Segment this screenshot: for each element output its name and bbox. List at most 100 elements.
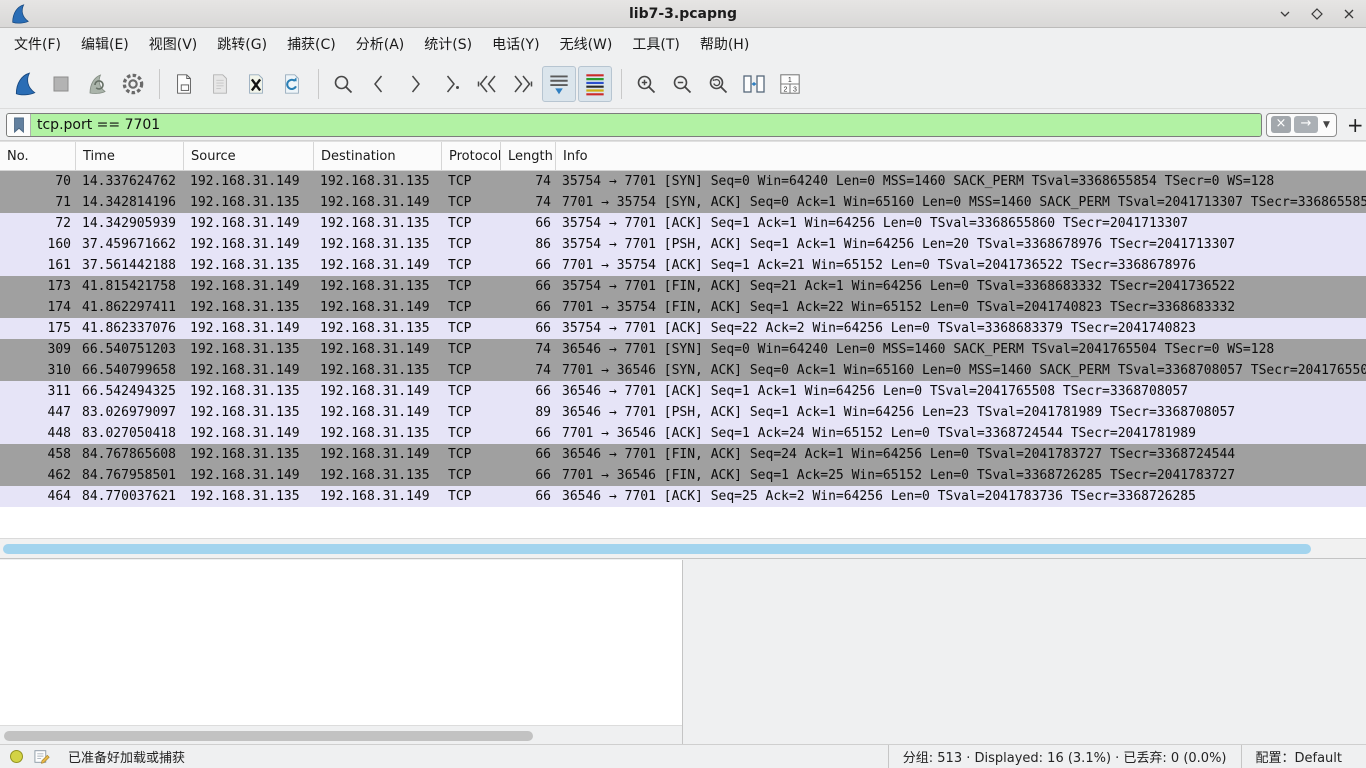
filter-dropdown-caret-icon[interactable]: ▼ <box>1321 120 1332 130</box>
packet-list-hscrollbar-thumb[interactable] <box>3 544 1311 554</box>
open-file-button[interactable] <box>167 66 201 102</box>
packet-row-174[interactable]: 17441.862297411192.168.31.135192.168.31.… <box>0 297 1366 318</box>
column-header-protocol[interactable]: Protocol <box>442 142 501 170</box>
next-packet-button[interactable] <box>398 66 432 102</box>
packet-cell-time: 41.862297411 <box>76 297 184 318</box>
packet-cell-protocol: TCP <box>442 213 501 234</box>
packet-cell-time: 14.342814196 <box>76 192 184 213</box>
packet-cell-protocol: TCP <box>442 381 501 402</box>
menu-item-e[interactable]: 编辑(E) <box>71 29 139 59</box>
packet-cell-length: 66 <box>501 381 556 402</box>
column-header-time[interactable]: Time <box>76 142 184 170</box>
menu-item-f[interactable]: 文件(F) <box>4 29 71 59</box>
filter-apply-button[interactable]: → <box>1294 116 1318 133</box>
menu-item-t[interactable]: 工具(T) <box>622 29 689 59</box>
menu-item-h[interactable]: 帮助(H) <box>690 29 759 59</box>
capture-options-button[interactable] <box>116 66 150 102</box>
menu-item-g[interactable]: 跳转(G) <box>207 29 277 59</box>
column-layout-button[interactable]: 123 <box>773 66 807 102</box>
packet-cell-length: 66 <box>501 255 556 276</box>
close-button[interactable] <box>1338 3 1360 25</box>
zoom-out-button[interactable] <box>665 66 699 102</box>
packet-details-pane[interactable] <box>0 560 683 745</box>
first-packet-button[interactable] <box>470 66 504 102</box>
filter-bookmark-icon[interactable] <box>7 114 31 136</box>
packet-row-173[interactable]: 17341.815421758192.168.31.149192.168.31.… <box>0 276 1366 297</box>
stop-capture-button[interactable] <box>44 66 78 102</box>
menu-item-s[interactable]: 统计(S) <box>414 29 482 59</box>
packet-cell-time: 83.026979097 <box>76 402 184 423</box>
packet-row-309[interactable]: 30966.540751203192.168.31.135192.168.31.… <box>0 339 1366 360</box>
packet-row-160[interactable]: 16037.459671662192.168.31.149192.168.31.… <box>0 234 1366 255</box>
go-to-packet-button[interactable] <box>434 66 468 102</box>
filter-clear-button[interactable]: × <box>1271 116 1291 133</box>
packet-row-458[interactable]: 45884.767865608192.168.31.135192.168.31.… <box>0 444 1366 465</box>
zoom-in-button[interactable] <box>629 66 663 102</box>
display-filter-field[interactable] <box>6 113 1262 137</box>
packet-cell-destination: 192.168.31.149 <box>314 339 442 360</box>
packet-cell-no: 174 <box>0 297 76 318</box>
last-packet-button[interactable] <box>506 66 540 102</box>
maximize-button[interactable] <box>1306 3 1328 25</box>
column-header-source[interactable]: Source <box>184 142 314 170</box>
packet-row-448[interactable]: 44883.027050418192.168.31.149192.168.31.… <box>0 423 1366 444</box>
packet-cell-length: 89 <box>501 402 556 423</box>
packet-details-hscrollbar-thumb[interactable] <box>4 731 533 741</box>
capture-comment-icon[interactable] <box>33 748 50 765</box>
column-layout-icon: 123 <box>777 71 803 97</box>
menu-item-a[interactable]: 分析(A) <box>346 29 415 59</box>
packet-cell-source: 192.168.31.149 <box>184 360 314 381</box>
packet-cell-source: 192.168.31.149 <box>184 276 314 297</box>
save-file-button[interactable] <box>203 66 237 102</box>
packet-row-462[interactable]: 46284.767958501192.168.31.149192.168.31.… <box>0 465 1366 486</box>
packet-cell-length: 66 <box>501 423 556 444</box>
packet-row-71[interactable]: 7114.342814196192.168.31.135192.168.31.1… <box>0 192 1366 213</box>
zoom-reset-button[interactable] <box>701 66 735 102</box>
packet-row-311[interactable]: 31166.542494325192.168.31.135192.168.31.… <box>0 381 1366 402</box>
packet-cell-info: 7701 → 35754 [FIN, ACK] Seq=1 Ack=22 Win… <box>556 297 1366 318</box>
find-packet-button[interactable] <box>326 66 360 102</box>
packet-cell-source: 192.168.31.135 <box>184 339 314 360</box>
titlebar[interactable]: lib7-3.pcapng <box>0 0 1366 28</box>
menu-item-w[interactable]: 无线(W) <box>550 29 623 59</box>
packet-cell-length: 66 <box>501 213 556 234</box>
column-header-destination[interactable]: Destination <box>314 142 442 170</box>
statusbar-profile[interactable]: 配置：Default <box>1241 745 1357 768</box>
menu-item-y[interactable]: 电话(Y) <box>482 29 549 59</box>
previous-packet-button[interactable] <box>362 66 396 102</box>
statusbar-ready-text: 已准备好加载或捕获 <box>68 747 185 766</box>
column-header-length[interactable]: Length <box>501 142 556 170</box>
packet-row-72[interactable]: 7214.342905939192.168.31.149192.168.31.1… <box>0 213 1366 234</box>
column-header-info[interactable]: Info <box>556 142 1366 170</box>
minimize-button[interactable] <box>1274 3 1296 25</box>
resize-columns-button[interactable] <box>737 66 771 102</box>
menu-item-c[interactable]: 捕获(C) <box>277 29 346 59</box>
packet-cell-protocol: TCP <box>442 486 501 507</box>
display-filter-input[interactable] <box>31 114 1261 136</box>
packet-list-hscrollbar[interactable] <box>0 538 1366 558</box>
auto-scroll-button[interactable] <box>542 66 576 102</box>
packet-details-hscrollbar[interactable] <box>0 725 682 745</box>
packet-row-161[interactable]: 16137.561442188192.168.31.135192.168.31.… <box>0 255 1366 276</box>
start-capture-button[interactable] <box>8 66 42 102</box>
packet-row-310[interactable]: 31066.540799658192.168.31.149192.168.31.… <box>0 360 1366 381</box>
reload-file-button[interactable] <box>275 66 309 102</box>
expert-info-icon[interactable] <box>10 750 23 763</box>
close-file-button[interactable] <box>239 66 273 102</box>
packet-bytes-pane[interactable] <box>684 560 1366 745</box>
packet-cell-time: 37.561442188 <box>76 255 184 276</box>
packet-cell-destination: 192.168.31.149 <box>314 297 442 318</box>
packet-row-464[interactable]: 46484.770037621192.168.31.135192.168.31.… <box>0 486 1366 507</box>
menu-item-v[interactable]: 视图(V) <box>139 29 208 59</box>
packet-cell-source: 192.168.31.149 <box>184 234 314 255</box>
packet-cell-length: 66 <box>501 465 556 486</box>
column-header-no[interactable]: No. <box>0 142 76 170</box>
colorize-button[interactable] <box>578 66 612 102</box>
packet-cell-info: 7701 → 35754 [SYN, ACK] Seq=0 Ack=1 Win=… <box>556 192 1366 213</box>
packet-row-175[interactable]: 17541.862337076192.168.31.149192.168.31.… <box>0 318 1366 339</box>
restart-capture-button[interactable] <box>80 66 114 102</box>
filter-add-button[interactable]: + <box>1347 113 1364 137</box>
packet-row-447[interactable]: 44783.026979097192.168.31.135192.168.31.… <box>0 402 1366 423</box>
packet-row-70[interactable]: 7014.337624762192.168.31.149192.168.31.1… <box>0 171 1366 192</box>
packet-cell-no: 70 <box>0 171 76 192</box>
